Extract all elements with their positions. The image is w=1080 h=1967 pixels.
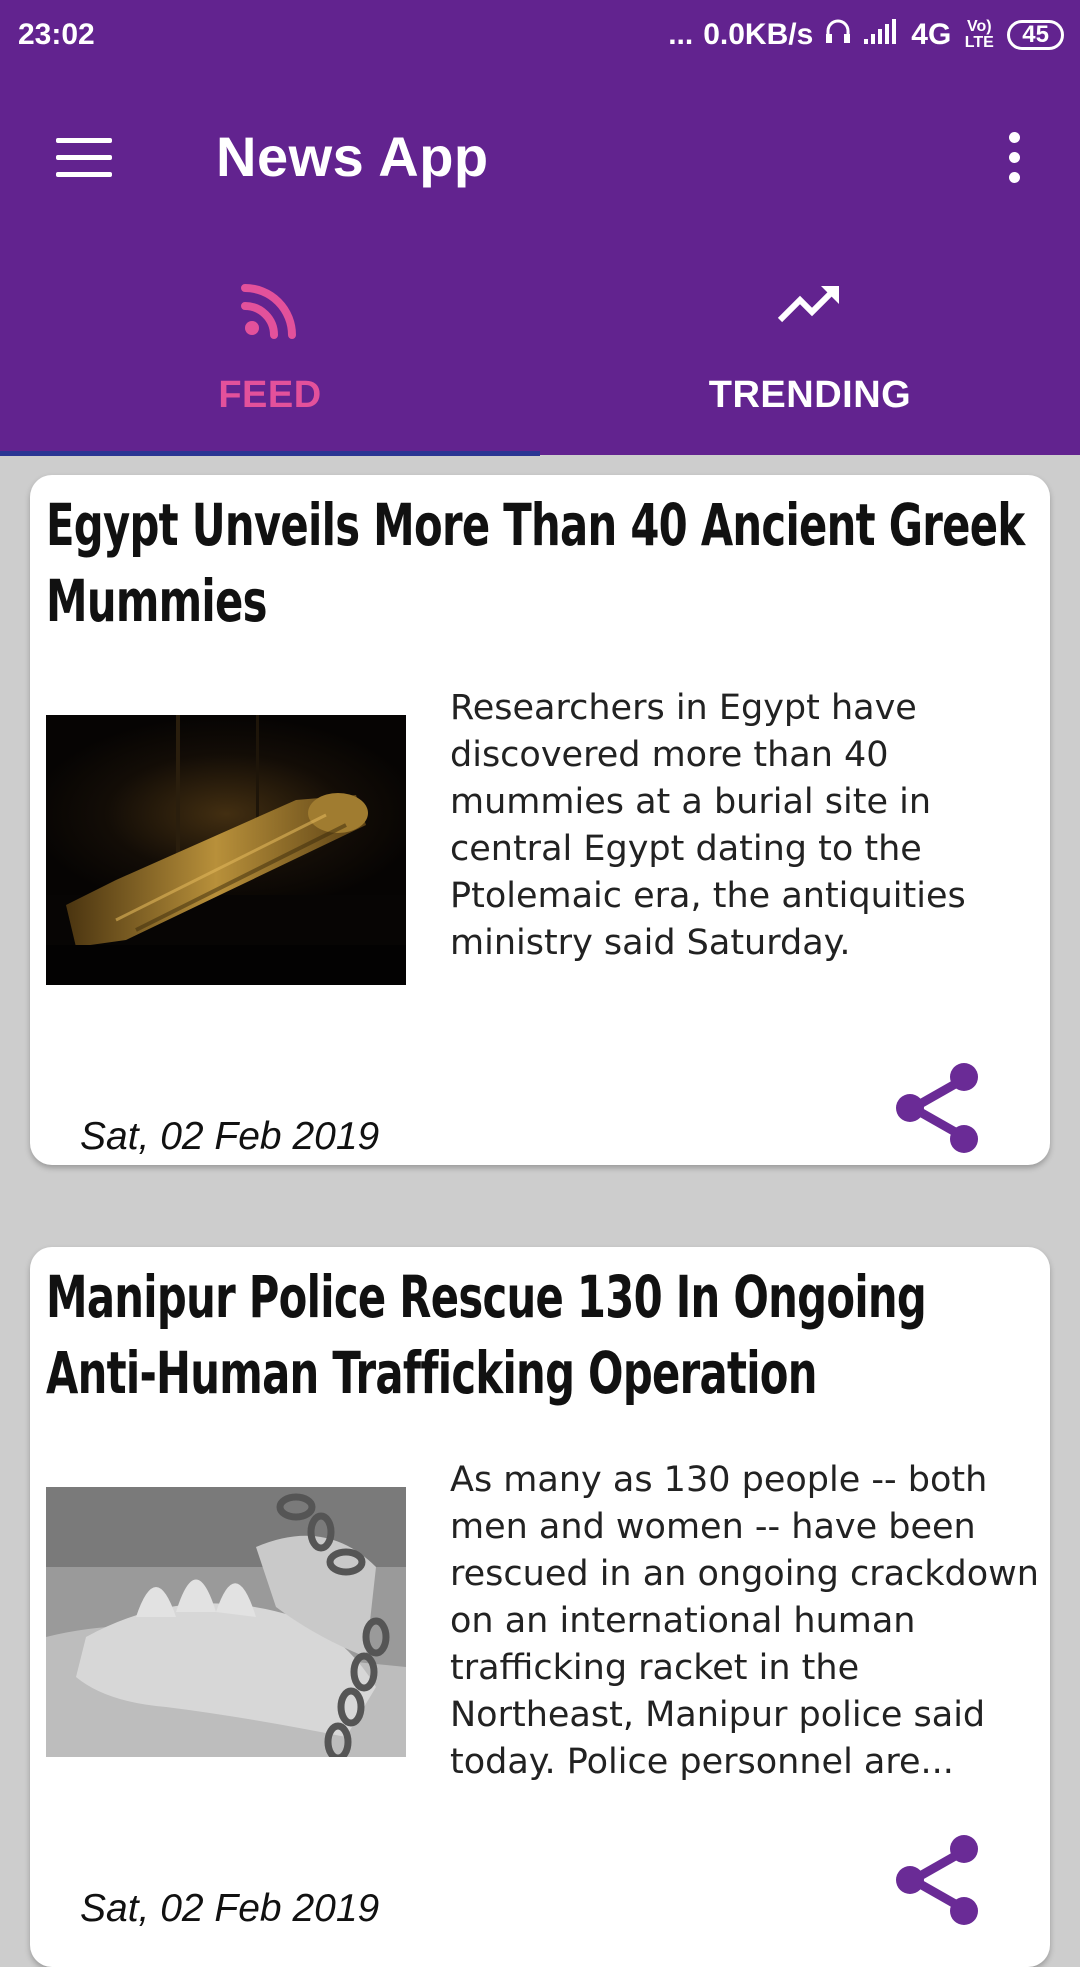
share-icon[interactable]	[880, 1825, 990, 1935]
tab-indicator	[0, 451, 540, 456]
chained-hands-photo[interactable]	[46, 1487, 406, 1757]
headphone-icon	[823, 16, 853, 54]
app-bar: 23:02 ... 0.0KB/s 4G Vo) LTE 45 News App	[0, 0, 1080, 456]
network-type: 4G	[911, 18, 952, 51]
article-title: Egypt Unveils More Than 40 Ancient Greek…	[46, 491, 1025, 635]
network-speed: 0.0KB/s	[703, 18, 814, 51]
volte-indicator: Vo) LTE	[964, 18, 994, 51]
hamburger-menu-icon[interactable]	[56, 138, 112, 178]
tab-feed-label: FEED	[218, 374, 322, 416]
more-vertical-icon[interactable]	[1004, 132, 1024, 192]
mummy-photo[interactable]	[46, 715, 406, 985]
article-card[interactable]: Egypt Unveils More Than 40 Ancient Greek…	[30, 475, 1050, 1165]
status-icons: ... 0.0KB/s 4G Vo) LTE 45	[668, 16, 1064, 54]
status-bar: 23:02 ... 0.0KB/s 4G Vo) LTE 45	[0, 0, 1080, 72]
rss-feed-icon	[241, 284, 296, 339]
status-time: 23:02	[18, 18, 95, 51]
notification-dots: ...	[668, 18, 694, 51]
trending-up-icon	[777, 286, 839, 323]
tab-feed[interactable]: FEED	[0, 242, 540, 455]
app-title: News App	[216, 125, 489, 188]
share-icon[interactable]	[880, 1053, 990, 1163]
battery-indicator: 45	[1007, 20, 1064, 50]
tab-trending-label: TRENDING	[708, 374, 912, 416]
article-description: Researchers in Egypt have discovered mor…	[450, 688, 966, 963]
article-date: Sat, 02 Feb 2019	[80, 1115, 380, 1158]
article-card[interactable]: Manipur Police Rescue 130 In Ongoing Ant…	[30, 1247, 1050, 1967]
tab-bar: FEED TRENDING	[0, 242, 1080, 455]
signal-icon	[863, 17, 901, 53]
toolbar: News App	[0, 72, 1080, 242]
article-date: Sat, 02 Feb 2019	[80, 1887, 380, 1930]
article-description: As many as 130 people -- both men and wo…	[450, 1460, 1039, 1782]
article-title: Manipur Police Rescue 130 In Ongoing Ant…	[46, 1263, 927, 1407]
tab-trending[interactable]: TRENDING	[540, 242, 1080, 455]
